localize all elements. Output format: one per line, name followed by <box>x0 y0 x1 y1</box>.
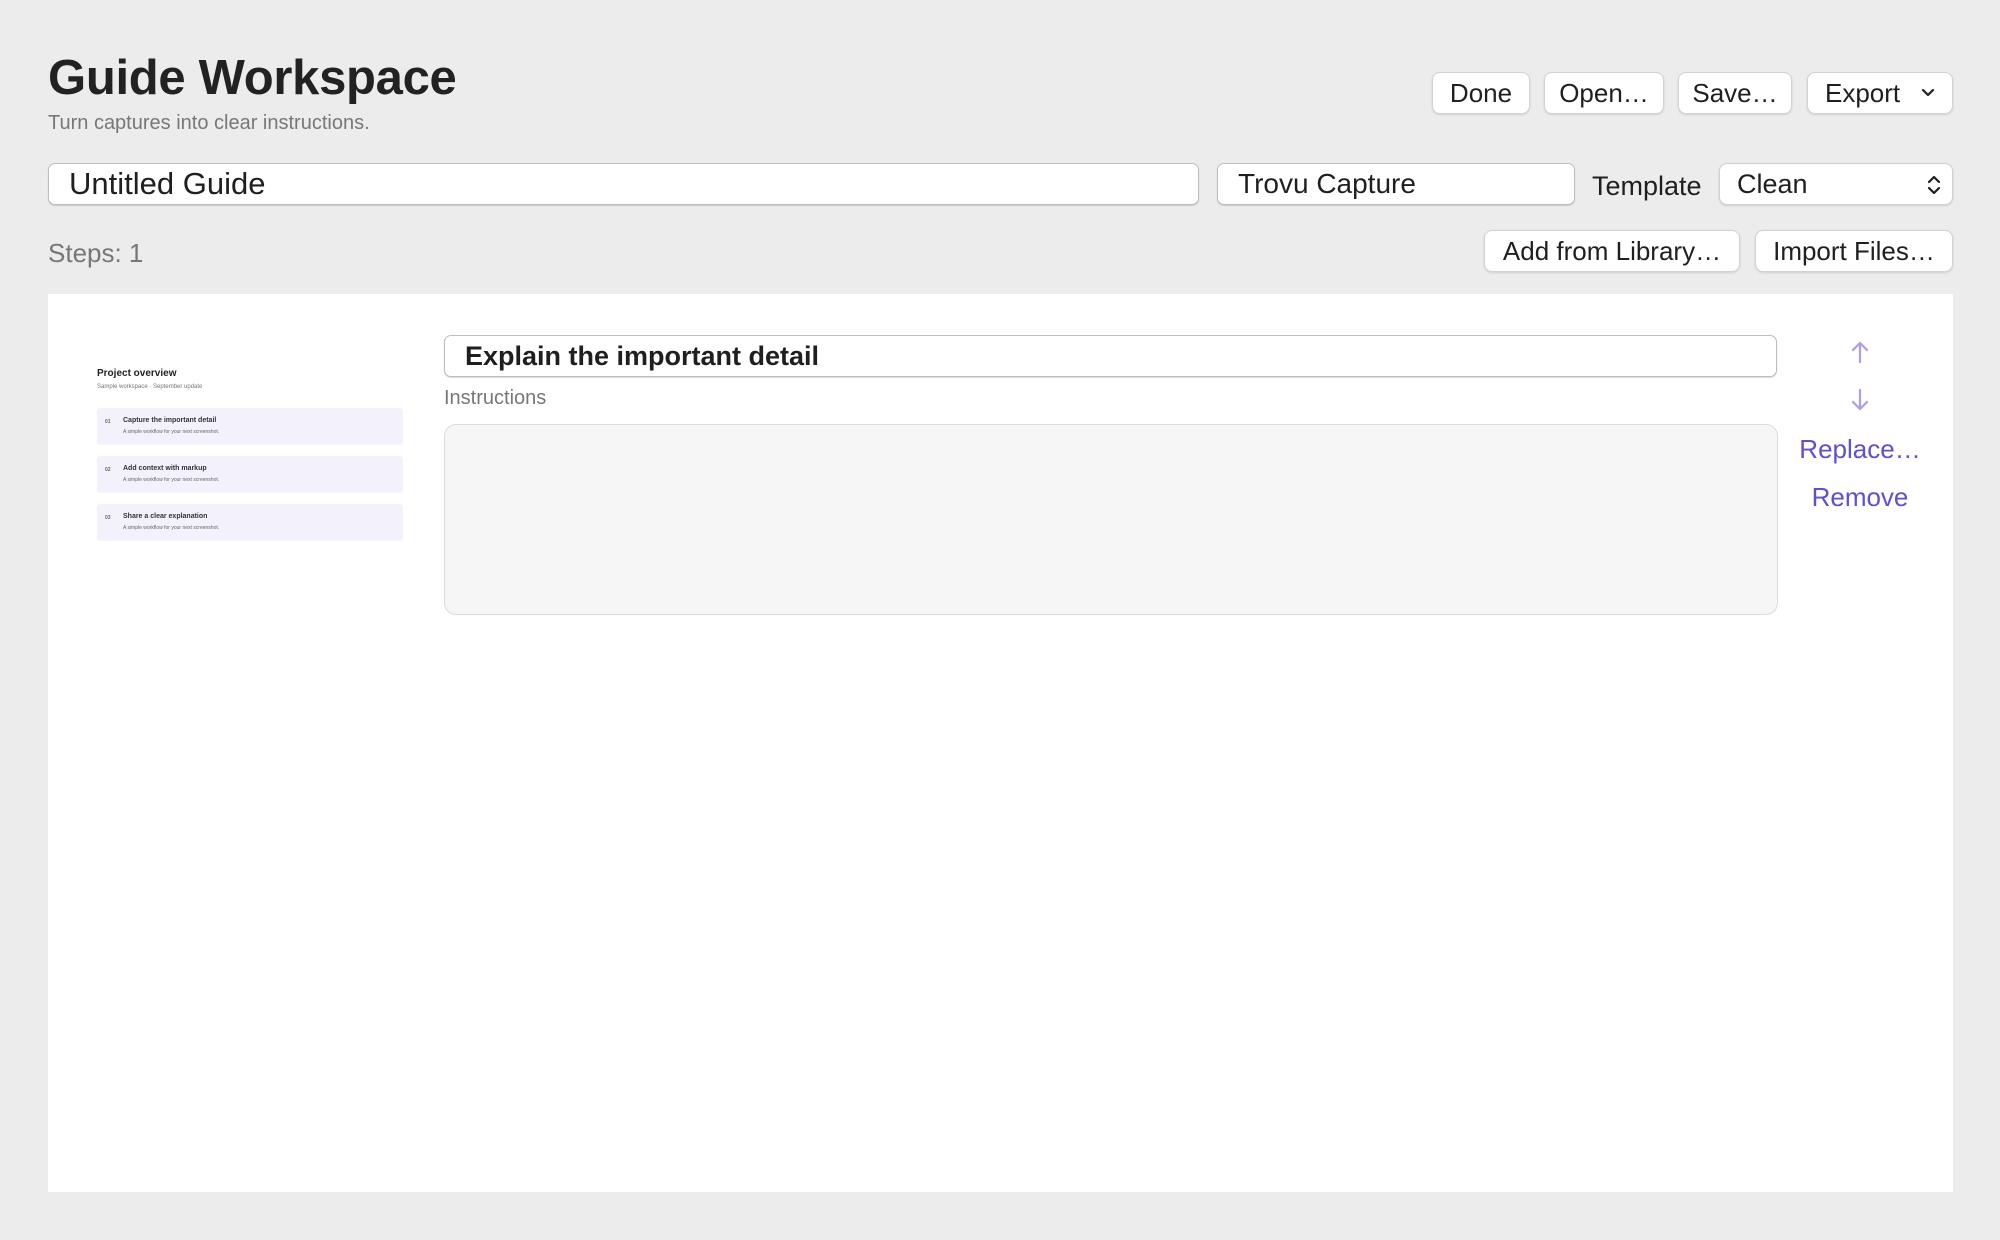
template-select[interactable]: Clean <box>1719 163 1953 205</box>
guide-title-input[interactable] <box>48 163 1199 205</box>
steps-canvas: Project overview Sample workspace · Sept… <box>48 294 1953 1192</box>
save-button[interactable]: Save… <box>1678 72 1792 114</box>
import-files-button[interactable]: Import Files… <box>1755 230 1953 272</box>
export-menu-button[interactable]: Export <box>1807 72 1953 114</box>
steps-count: Steps: 1 <box>48 238 144 268</box>
thumbnail-row-title: Add context with markup <box>123 465 207 472</box>
thumbnail-row-title: Capture the important detail <box>123 417 217 424</box>
thumbnail-row: 03 Share a clear explanation A simple wo… <box>97 504 403 541</box>
replace-link[interactable]: Replace… <box>1780 434 1940 465</box>
app-subtitle: Turn captures into clear instructions. <box>48 112 370 134</box>
export-label: Export <box>1825 77 1901 108</box>
thumbnail-title: Project overview <box>97 368 177 379</box>
thumbnail-subtitle: Sample workspace · September update <box>97 384 203 390</box>
template-selected-value: Clean <box>1737 168 1808 199</box>
thumbnail-row-number: 02 <box>105 467 111 473</box>
thumbnail-row-desc: A simple workflow for your next screensh… <box>123 477 220 483</box>
open-button[interactable]: Open… <box>1544 72 1664 114</box>
thumbnail-row-desc: A simple workflow for your next screensh… <box>123 429 220 435</box>
thumbnail-row: 01 Capture the important detail A simple… <box>97 408 403 445</box>
step-title-input[interactable] <box>444 335 1777 377</box>
done-button[interactable]: Done <box>1432 72 1530 114</box>
instructions-textarea[interactable] <box>444 424 1778 615</box>
step-thumbnail[interactable]: Project overview Sample workspace · Sept… <box>97 361 411 551</box>
thumbnail-row: 02 Add context with markup A simple work… <box>97 456 403 493</box>
updown-chevron-icon <box>1927 175 1941 195</box>
arrow-up-icon[interactable] <box>1848 338 1872 366</box>
instructions-label: Instructions <box>444 387 547 409</box>
app-title: Guide Workspace <box>48 51 457 105</box>
chevron-down-icon <box>1921 88 1935 97</box>
thumbnail-row-number: 03 <box>105 515 111 521</box>
remove-link[interactable]: Remove <box>1780 482 1940 513</box>
thumbnail-row-desc: A simple workflow for your next screensh… <box>123 525 220 531</box>
add-from-library-button[interactable]: Add from Library… <box>1484 230 1740 272</box>
thumbnail-row-title: Share a clear explanation <box>123 513 208 520</box>
thumbnail-row-number: 01 <box>105 419 111 425</box>
arrow-down-icon[interactable] <box>1848 386 1872 414</box>
template-label: Template <box>1592 171 1702 201</box>
app-name-input[interactable] <box>1217 163 1575 205</box>
